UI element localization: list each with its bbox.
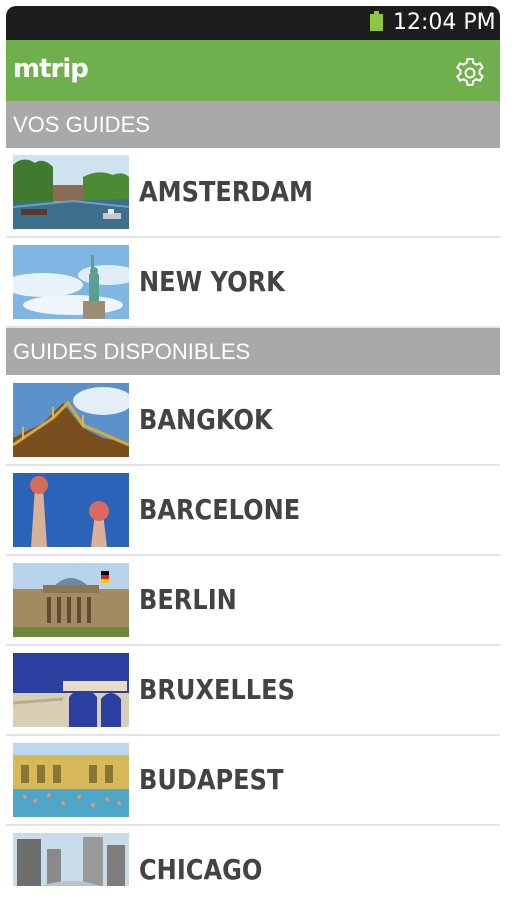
reichstag-photo — [13, 563, 129, 637]
city-name: BERLIN — [139, 583, 237, 616]
guide-row-barcelone[interactable]: BARCELONE — [6, 466, 500, 556]
section-title: GUIDES DISPONIBLES — [13, 339, 251, 364]
status-time: 12:04 PM — [393, 10, 496, 35]
city-name: NEW YORK — [139, 265, 285, 298]
guide-row-new-york[interactable]: NEW YORK — [6, 238, 500, 328]
section-title: VOS GUIDES — [13, 112, 150, 137]
guide-row-bruxelles[interactable]: BRUXELLES — [6, 646, 500, 736]
battery-icon — [370, 11, 383, 31]
app-title: mtrip — [13, 54, 89, 84]
section-header-available-guides: GUIDES DISPONIBLES — [6, 328, 500, 375]
city-name: AMSTERDAM — [139, 175, 313, 208]
guide-row-berlin[interactable]: BERLIN — [6, 556, 500, 646]
guide-row-budapest[interactable]: BUDAPEST — [6, 736, 500, 826]
city-name: BANGKOK — [139, 403, 273, 436]
city-name: BRUXELLES — [139, 673, 295, 706]
city-name: BARCELONE — [139, 493, 301, 526]
statue-of-liberty-photo — [13, 245, 129, 319]
cinquantenaire-arch-photo — [13, 653, 129, 727]
gaudi-spires-photo — [13, 473, 129, 547]
gear-icon[interactable] — [453, 56, 487, 90]
status-bar: 12:04 PM — [6, 6, 500, 40]
city-name: CHICAGO — [139, 853, 263, 886]
guide-row-bangkok[interactable]: BANGKOK — [6, 376, 500, 466]
guide-row-amsterdam[interactable]: AMSTERDAM — [6, 148, 500, 238]
amsterdam-canal-photo — [13, 155, 129, 229]
city-name: BUDAPEST — [139, 763, 284, 796]
app-bar: mtrip — [6, 40, 500, 101]
szechenyi-baths-photo — [13, 743, 129, 817]
guide-row-chicago[interactable]: CHICAGO — [6, 826, 500, 886]
section-header-my-guides: VOS GUIDES — [6, 101, 500, 148]
chicago-bean-photo — [13, 833, 129, 886]
thai-temple-roof-photo — [13, 383, 129, 457]
phone-screen: 12:04 PM mtrip VOS GUIDES AMSTERDAM NEW … — [6, 6, 500, 886]
